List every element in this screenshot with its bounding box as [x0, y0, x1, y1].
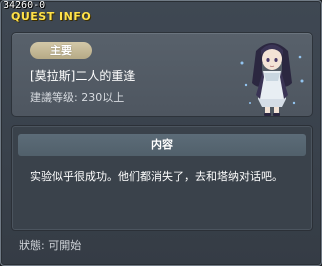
quest-status: 狀態: 可開始: [19, 239, 82, 252]
content-header: 内容: [18, 134, 306, 156]
quest-level-requirement: 建議等级: 230以上: [30, 91, 125, 104]
quest-name: [莫拉斯]二人的重逢: [30, 69, 136, 83]
content-text: 实验似乎很成功。他们都消失了，去和塔纳对话吧。: [30, 170, 283, 183]
npc-portrait-icon: [236, 33, 308, 117]
quest-info-window: 34260-0 QUEST INFO 主要 [莫拉斯]二人的重逢 建議等级: 2…: [0, 0, 322, 266]
quest-content-panel: 内容 实验似乎很成功。他们都消失了，去和塔纳对话吧。: [11, 125, 313, 231]
quest-type-badge: 主要: [30, 42, 92, 59]
quest-summary-panel: 主要 [莫拉斯]二人的重逢 建議等级: 230以上: [11, 32, 313, 117]
window-title: QUEST INFO: [11, 10, 92, 23]
